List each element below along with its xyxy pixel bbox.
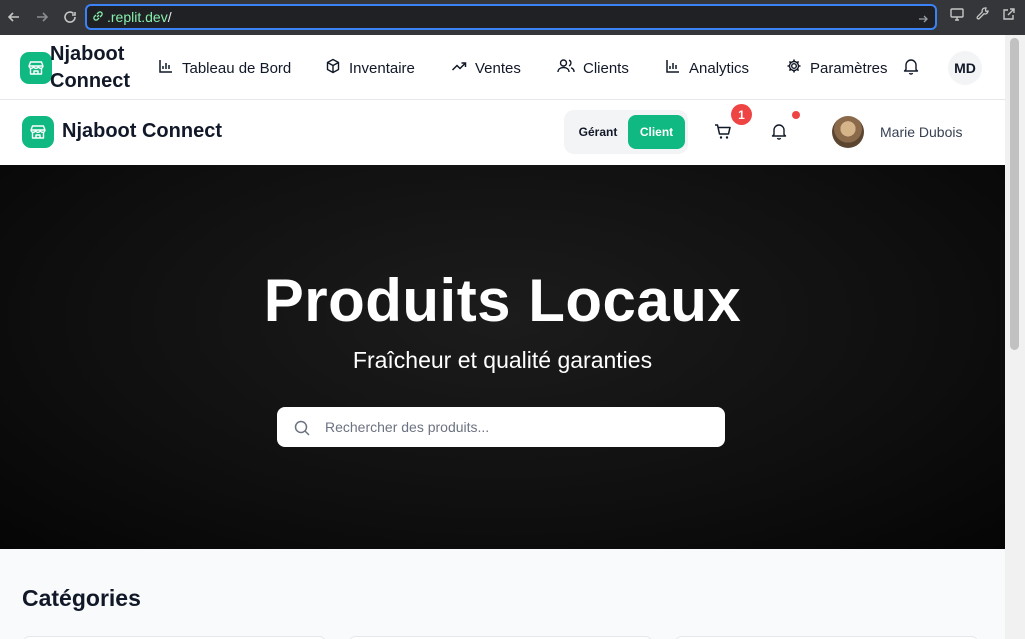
nav-item-parametres[interactable]: Paramètres [786, 57, 888, 79]
bell-icon[interactable] [771, 122, 787, 144]
role-client-button[interactable]: Client [628, 115, 685, 149]
search-icon [293, 419, 311, 441]
bar-chart-icon [665, 58, 681, 78]
brand-name[interactable]: Njaboot Connect [62, 120, 222, 143]
arrow-right-icon[interactable] [917, 10, 929, 29]
bar-chart-icon [158, 58, 174, 78]
nav-label: Ventes [475, 59, 521, 77]
hero-title: Produits Locaux [263, 267, 742, 334]
link-icon [91, 8, 105, 27]
box-icon [325, 58, 341, 78]
section-title: Catégories [22, 585, 141, 611]
nav-label: Clients [583, 59, 629, 77]
back-icon[interactable] [0, 3, 28, 31]
page-scrollbar[interactable] [1005, 35, 1025, 639]
reload-icon[interactable] [56, 3, 84, 31]
hero-banner: Produits Locaux Fraîcheur et qualité gar… [0, 165, 1005, 549]
store-logo-icon[interactable] [20, 52, 52, 84]
role-toggle: Gérant Client [564, 110, 688, 154]
store-header: Njaboot Connect Gérant Client 1 Marie Du… [0, 100, 1005, 165]
nav-item-analytics[interactable]: Analytics [665, 57, 749, 79]
cart-icon[interactable] [713, 122, 733, 146]
forward-icon[interactable] [28, 3, 56, 31]
cart-count-badge: 1 [731, 104, 752, 125]
notification-dot [792, 111, 800, 119]
product-search [277, 407, 725, 447]
user-name[interactable]: Marie Dubois [880, 124, 962, 140]
nav-label: Analytics [689, 59, 750, 77]
nav-label: Tableau de Bord [182, 59, 292, 77]
trending-up-icon [451, 58, 467, 78]
categories-section: Catégories [0, 549, 1005, 639]
nav-item-ventes[interactable]: Ventes [451, 57, 521, 79]
users-icon [557, 58, 575, 78]
url-text: .replit.dev/ [107, 9, 172, 25]
open-external-icon[interactable] [1001, 6, 1017, 26]
role-gerant-button[interactable]: Gérant [570, 116, 626, 148]
nav-item-tableau-de-bord[interactable]: Tableau de Bord [158, 57, 291, 79]
browser-toolbar: .replit.dev/ [0, 0, 1025, 35]
search-input[interactable] [325, 415, 705, 439]
screen-icon[interactable] [949, 6, 965, 26]
top-navigation: Njaboot Connect Tableau de Bord Inventai… [0, 35, 1005, 100]
hero-subtitle: Fraîcheur et qualité garanties [352, 347, 653, 373]
nav-item-inventaire[interactable]: Inventaire [325, 57, 415, 79]
store-logo-icon[interactable] [22, 116, 54, 148]
gear-icon [786, 58, 802, 78]
nav-item-clients[interactable]: Clients [557, 57, 629, 79]
user-avatar[interactable] [832, 116, 864, 148]
nav-label: Paramètres [810, 59, 888, 77]
wrench-icon[interactable] [975, 6, 991, 26]
nav-label: Inventaire [349, 59, 415, 77]
bell-icon[interactable] [903, 57, 919, 79]
url-bar[interactable]: .replit.dev/ [85, 4, 937, 30]
scrollbar-thumb[interactable] [1010, 38, 1019, 350]
avatar[interactable]: MD [948, 51, 982, 85]
brand-name[interactable]: Njaboot Connect [50, 41, 140, 95]
